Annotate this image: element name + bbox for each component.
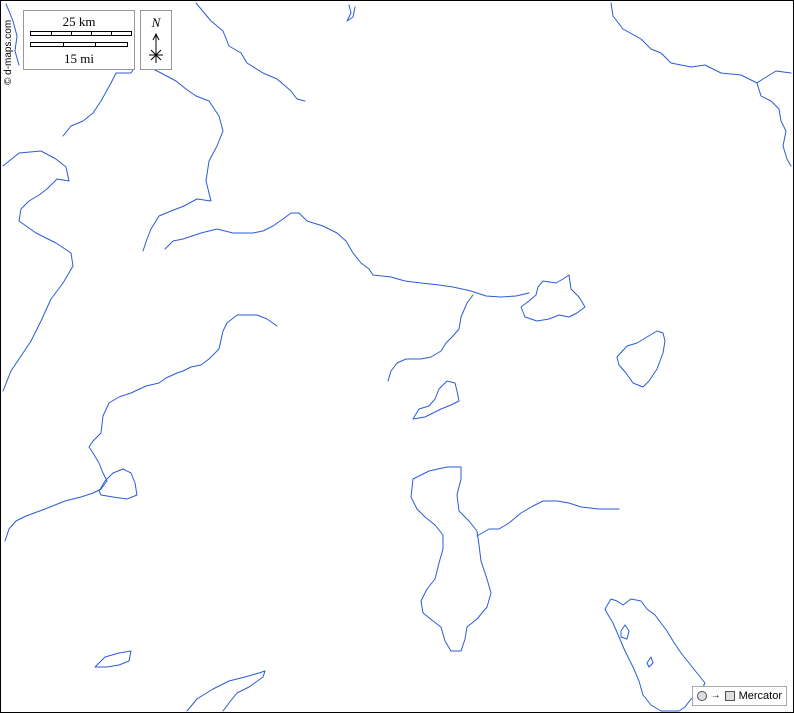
projection-label: Mercator [738, 690, 782, 702]
scale-mi-label: 15 mi [64, 51, 94, 66]
lake [646, 656, 654, 668]
copyright-label: © d-maps.com [3, 19, 14, 85]
river [164, 212, 530, 298]
river [142, 67, 224, 252]
lake [520, 274, 586, 322]
water-features [2, 2, 792, 712]
river [476, 500, 620, 537]
river [186, 670, 266, 712]
globe-icon [696, 691, 707, 701]
scale-km-bar [30, 31, 132, 36]
lake [620, 624, 630, 640]
lake [410, 466, 492, 652]
scale-km-label: 25 km [62, 14, 96, 29]
river [756, 82, 792, 167]
river [2, 150, 74, 392]
lake [94, 650, 132, 668]
river [62, 67, 135, 137]
river [195, 2, 306, 102]
north-arrow: N [140, 10, 172, 70]
arrow-right-icon: → [710, 690, 721, 701]
projection-badge: → Mercator [691, 686, 787, 706]
river [610, 2, 792, 84]
river [387, 294, 474, 382]
scale-bar: 25 km 15 mi [23, 10, 135, 70]
lake [616, 330, 666, 388]
river [346, 4, 356, 22]
map-plane-icon [724, 691, 735, 701]
compass-rose-icon [149, 32, 163, 63]
map-frame: © d-maps.com 25 km 15 mi N → Mercator [0, 0, 794, 713]
lake [412, 380, 460, 420]
scale-mi-bar [30, 42, 128, 47]
lake [604, 598, 706, 712]
river [4, 314, 278, 542]
